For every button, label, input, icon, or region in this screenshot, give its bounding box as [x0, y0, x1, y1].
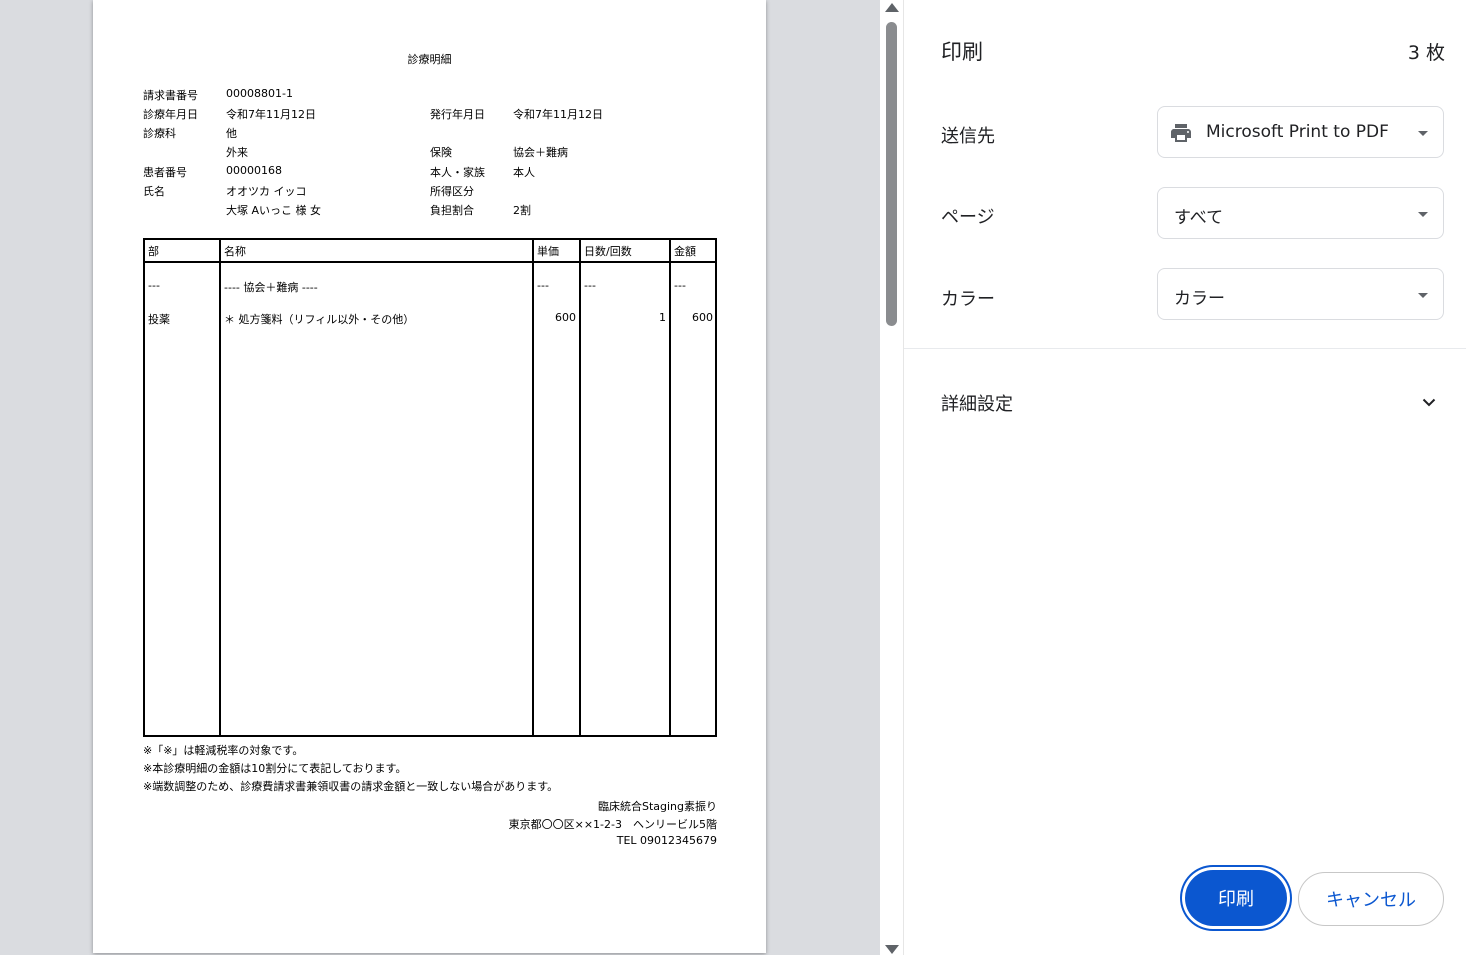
relation-label: 本人・家族	[430, 166, 485, 179]
sheet-count: 3 枚	[1407, 42, 1445, 64]
col-header-amount: 金額	[674, 245, 696, 258]
print-settings-panel: 印刷 3 枚 送信先 Microsoft Print to PDF ページ すべ…	[903, 0, 1466, 955]
note-line: ※端数調整のため、診療費請求書兼領収書の請求金額と一致しない場合があります。	[143, 780, 559, 793]
detail-table: 部 名称 単価 日数/回数 金額 --- ---- 協会＋難病 ---- ---…	[143, 238, 717, 737]
col-header-section: 部	[148, 245, 159, 258]
name-label: 氏名	[143, 185, 165, 198]
copay: 2割	[513, 204, 531, 217]
note-line: ※「※」は軽減税率の対象です。	[143, 744, 304, 757]
issue-date: 令和7年11月12日	[513, 108, 603, 121]
header-divider	[145, 261, 715, 263]
clinic-name: 臨床統合Staging素振り	[597, 800, 717, 813]
section-divider	[904, 348, 1466, 349]
document-title: 診療明細	[407, 53, 452, 66]
income-label: 所得区分	[430, 185, 474, 198]
patient-no-label: 患者番号	[143, 166, 187, 179]
invoice-no: 00008801-1	[226, 87, 293, 100]
note-line: ※本診療明細の金額は10割分にて表記しております。	[143, 762, 407, 775]
insurance: 協会＋難病	[513, 146, 568, 159]
visit-type: 外来	[226, 146, 248, 159]
destination-select[interactable]: Microsoft Print to PDF	[1157, 106, 1444, 158]
scroll-down-arrow-icon[interactable]	[885, 945, 899, 954]
print-preview-area: 診療明細 請求書番号 00008801-1 診療年月日 令和7年11月12日 発…	[0, 0, 880, 955]
panel-title: 印刷	[941, 40, 983, 64]
color-value: カラー	[1174, 289, 1225, 309]
department-label: 診療科	[143, 127, 176, 140]
col-header-count: 日数/回数	[584, 245, 632, 258]
insurance-label: 保険	[430, 146, 452, 159]
more-settings-label: 詳細設定	[941, 394, 1013, 415]
table-cell: 投薬	[148, 313, 170, 326]
pages-label: ページ	[941, 207, 995, 228]
printer-icon	[1171, 124, 1191, 142]
dropdown-arrow-icon	[1418, 131, 1428, 136]
clinic-tel: TEL 09012345679	[616, 834, 717, 847]
name-kana: オオツカ イッコ	[226, 185, 307, 198]
patient-no: 00000168	[226, 164, 282, 177]
table-cell: 600	[555, 311, 576, 324]
preview-page: 診療明細 請求書番号 00008801-1 診療年月日 令和7年11月12日 発…	[93, 0, 766, 953]
table-cell: 1	[659, 311, 666, 324]
destination-label: 送信先	[941, 126, 995, 147]
table-cell: ---	[148, 279, 160, 292]
clinic-address: 東京都〇〇区××1-2-3 ヘンリービル5階	[508, 818, 717, 831]
col-header-unit: 単価	[537, 245, 559, 258]
col-divider	[219, 240, 221, 735]
dropdown-arrow-icon	[1418, 293, 1428, 298]
chevron-down-icon	[1422, 398, 1436, 407]
color-select[interactable]: カラー	[1157, 268, 1444, 320]
col-header-name: 名称	[224, 245, 246, 258]
table-cell: 600	[692, 311, 713, 324]
table-cell: ---	[674, 279, 686, 292]
dropdown-arrow-icon	[1418, 212, 1428, 217]
pages-value: すべて	[1174, 208, 1224, 228]
print-button[interactable]: 印刷	[1185, 870, 1287, 926]
copay-label: 負担割合	[430, 204, 474, 217]
table-cell: ---	[584, 279, 596, 292]
visit-date-label: 診療年月日	[143, 108, 198, 121]
invoice-no-label: 請求書番号	[143, 89, 198, 102]
destination-value: Microsoft Print to PDF	[1206, 122, 1389, 142]
table-cell: ＊ 処方箋料（リフィル以外・その他）	[224, 313, 415, 326]
issue-date-label: 発行年月日	[430, 108, 485, 121]
name-kanji: 大塚 Aいっこ 様 女	[226, 204, 322, 217]
visit-date: 令和7年11月12日	[226, 108, 316, 121]
relation: 本人	[513, 166, 535, 179]
table-cell: ---	[537, 279, 549, 292]
scroll-up-arrow-icon[interactable]	[885, 3, 899, 12]
department: 他	[226, 127, 237, 140]
scroll-thumb[interactable]	[886, 22, 897, 326]
cancel-button[interactable]: キャンセル	[1298, 872, 1444, 926]
preview-scrollbar[interactable]	[880, 0, 902, 955]
pages-select[interactable]: すべて	[1157, 187, 1444, 239]
color-label: カラー	[941, 289, 995, 310]
table-cell: ---- 協会＋難病 ----	[224, 281, 318, 294]
more-settings-toggle[interactable]: 詳細設定	[904, 370, 1466, 434]
